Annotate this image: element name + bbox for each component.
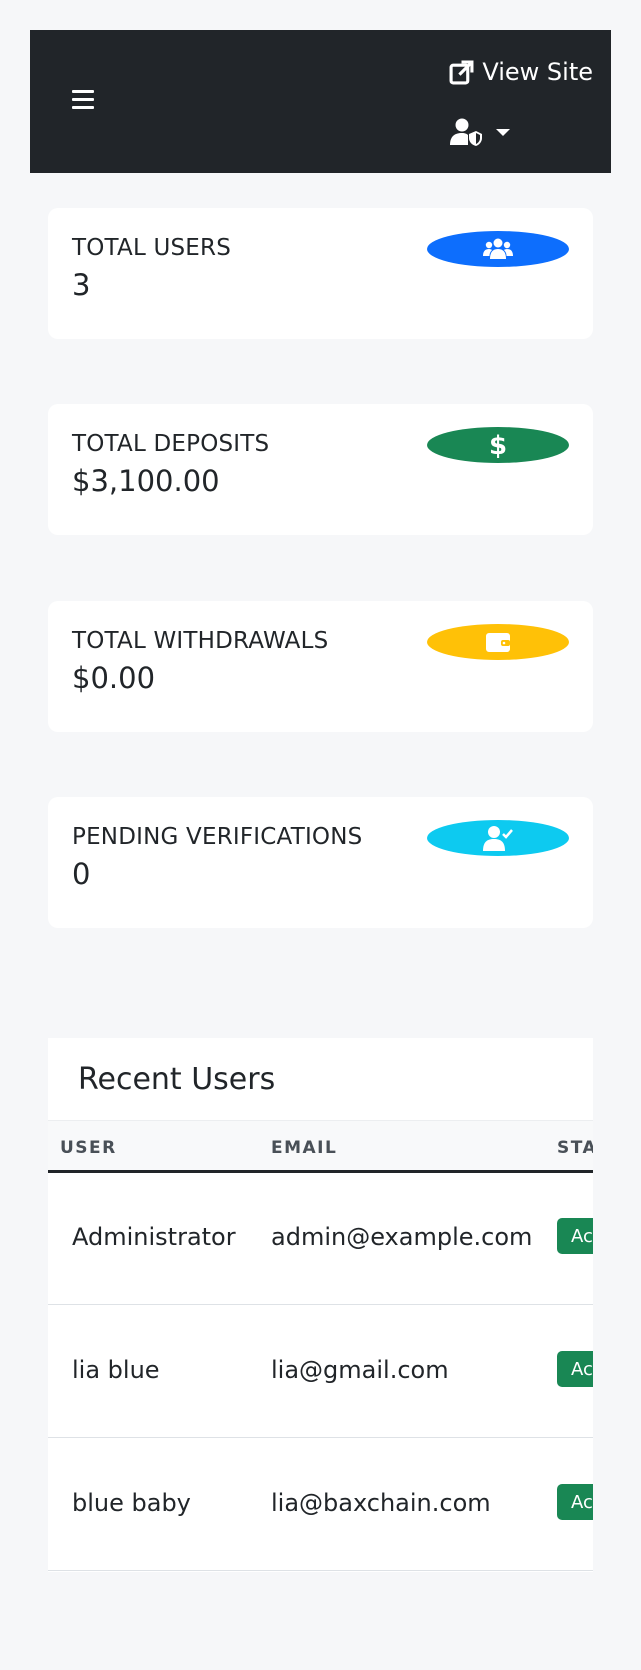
stat-label: TOTAL USERS bbox=[72, 235, 232, 261]
view-site-link[interactable]: View Site bbox=[449, 58, 593, 86]
svg-text:$: $ bbox=[489, 432, 507, 458]
stat-label: TOTAL DEPOSITS bbox=[72, 431, 270, 457]
status-badge: Active bbox=[557, 1351, 593, 1387]
user-cell: lia blue bbox=[72, 1356, 160, 1384]
stat-label: TOTAL WITHDRAWALS bbox=[72, 628, 329, 654]
table-row: lia blue lia@gmail.com Active bbox=[48, 1306, 593, 1438]
email-cell: lia@baxchain.com bbox=[271, 1489, 491, 1517]
status-badge: Active bbox=[557, 1484, 593, 1520]
status-badge: Active bbox=[557, 1218, 593, 1254]
recent-users-title: Recent Users bbox=[78, 1062, 276, 1097]
stat-label: PENDING VERIFICATIONS bbox=[72, 824, 363, 850]
stat-value: $3,100.00 bbox=[72, 464, 220, 498]
hamburger-icon[interactable] bbox=[72, 90, 94, 110]
stat-value: $0.00 bbox=[72, 661, 156, 695]
stat-value: 0 bbox=[72, 857, 91, 891]
top-navbar: View Site bbox=[30, 30, 611, 173]
email-cell: lia@gmail.com bbox=[271, 1356, 449, 1384]
chevron-down-icon bbox=[496, 128, 510, 136]
wallet-icon bbox=[427, 624, 569, 660]
stat-card-pending-verifications: PENDING VERIFICATIONS 0 bbox=[48, 797, 593, 928]
table-row: blue baby lia@baxchain.com Active bbox=[48, 1439, 593, 1571]
user-check-icon bbox=[427, 820, 569, 856]
dollar-icon: $ bbox=[427, 427, 569, 463]
external-link-icon bbox=[449, 60, 474, 84]
stat-card-total-users: TOTAL USERS 3 bbox=[48, 208, 593, 339]
table-header: USER EMAIL STATUS bbox=[48, 1120, 593, 1173]
email-cell: admin@example.com bbox=[271, 1223, 533, 1251]
column-header-status: STATUS bbox=[557, 1138, 593, 1158]
table-row: Administrator admin@example.com Active bbox=[48, 1173, 593, 1305]
stat-card-total-withdrawals: TOTAL WITHDRAWALS $0.00 bbox=[48, 601, 593, 732]
stat-value: 3 bbox=[72, 268, 91, 302]
user-shield-icon bbox=[450, 118, 482, 146]
view-site-label: View Site bbox=[482, 58, 593, 86]
recent-users-card: Recent Users USER EMAIL STATUS Administr… bbox=[48, 1038, 593, 1572]
column-header-email: EMAIL bbox=[271, 1138, 338, 1158]
users-icon bbox=[427, 231, 569, 267]
stat-card-total-deposits: TOTAL DEPOSITS $3,100.00 $ bbox=[48, 404, 593, 535]
column-header-user: USER bbox=[60, 1138, 117, 1158]
user-cell: Administrator bbox=[72, 1223, 236, 1251]
user-dropdown[interactable] bbox=[450, 118, 510, 146]
user-cell: blue baby bbox=[72, 1489, 191, 1517]
